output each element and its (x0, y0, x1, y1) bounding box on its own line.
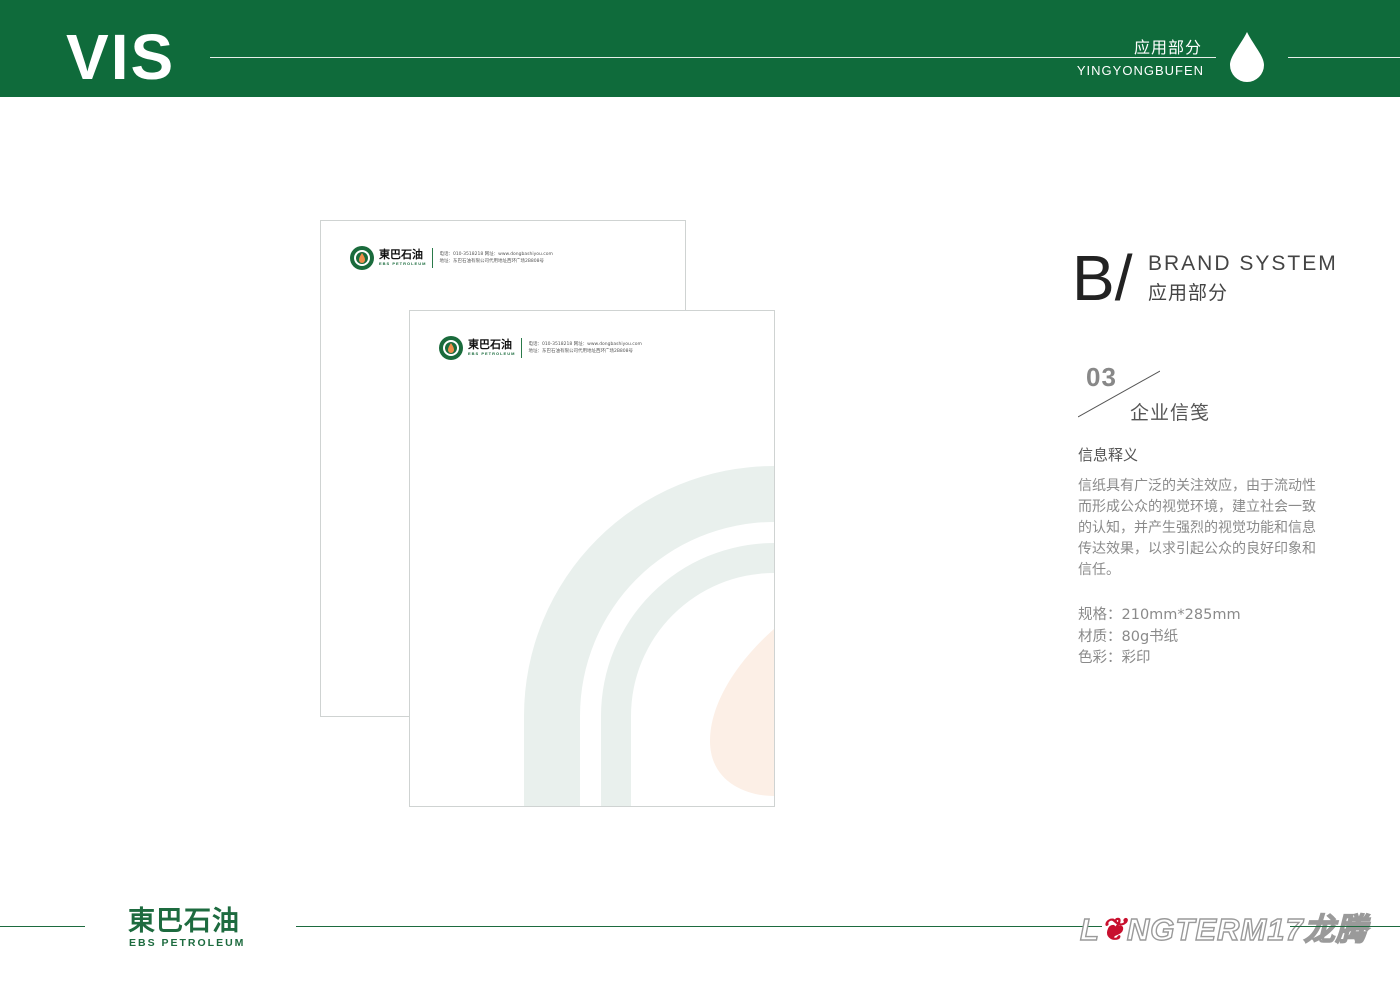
watermark-cn: 龙腾 (1303, 911, 1368, 947)
footer-divider-left (0, 926, 85, 927)
water-drop-icon (1230, 32, 1264, 82)
letterhead-front: 東巴石油 EBS PETROLEUM 电话：010-3518218 网址：www… (409, 310, 775, 807)
spec-material: 材质：80g书纸 (1078, 629, 1179, 645)
letterhead-company-en: EBS PETROLEUM (379, 261, 427, 266)
header-bar: VIS 应用部分 YINGYONGBUFEN (0, 0, 1400, 97)
header-divider-left (210, 57, 1216, 58)
watermark-mark-icon: ❦ (1099, 912, 1127, 947)
brand-system-title-en: BRAND SYSTEM (1148, 252, 1338, 275)
section-title: 企业信笺 (1130, 402, 1211, 424)
footer-divider-middle (296, 926, 1102, 927)
letterhead-company-cn: 東巴石油 (379, 248, 423, 261)
header-divider-right (1288, 57, 1400, 58)
page-number: 17 (1267, 911, 1304, 947)
watermark-lead: L (1079, 911, 1100, 947)
footer-logo-en: EBS PETROLEUM (129, 937, 246, 949)
watermark-rest: NGTERM (1126, 911, 1268, 947)
spec-size: 规格：210mm*285mm (1078, 607, 1241, 623)
footer-logo-cn: 東巴石油 (128, 906, 240, 937)
brand-system-title-cn: 应用部分 (1148, 282, 1229, 304)
letterhead-divider (432, 248, 434, 268)
section-label-en: YINGYONGBUFEN (1076, 63, 1204, 78)
info-heading: 信息释义 (1078, 446, 1139, 464)
letterhead-contact-line2: 地址：东巴石油有限公司代用地址西环广场2B808号 (439, 259, 544, 264)
info-description: 信纸具有广泛的关注效应，由于流动性而形成公众的视觉环境，建立社会一致的认知，并产… (1078, 478, 1316, 578)
page-title: VIS (66, 21, 176, 93)
section-letter: B/ (1072, 242, 1133, 314)
section-label-cn: 应用部分 (1133, 38, 1202, 57)
footer-divider-right (1290, 926, 1400, 927)
spec-color: 色彩：彩印 (1078, 650, 1151, 666)
letterhead-contact-line1: 电话：010-3518218 网址：www.dongbashiyou.com (439, 252, 553, 257)
company-emblem-icon (350, 246, 374, 270)
letterhead-watermark-graphic (524, 466, 774, 806)
letterhead-logo: 東巴石油 EBS PETROLEUM 电话：010-3518218 网址：www… (349, 245, 553, 271)
